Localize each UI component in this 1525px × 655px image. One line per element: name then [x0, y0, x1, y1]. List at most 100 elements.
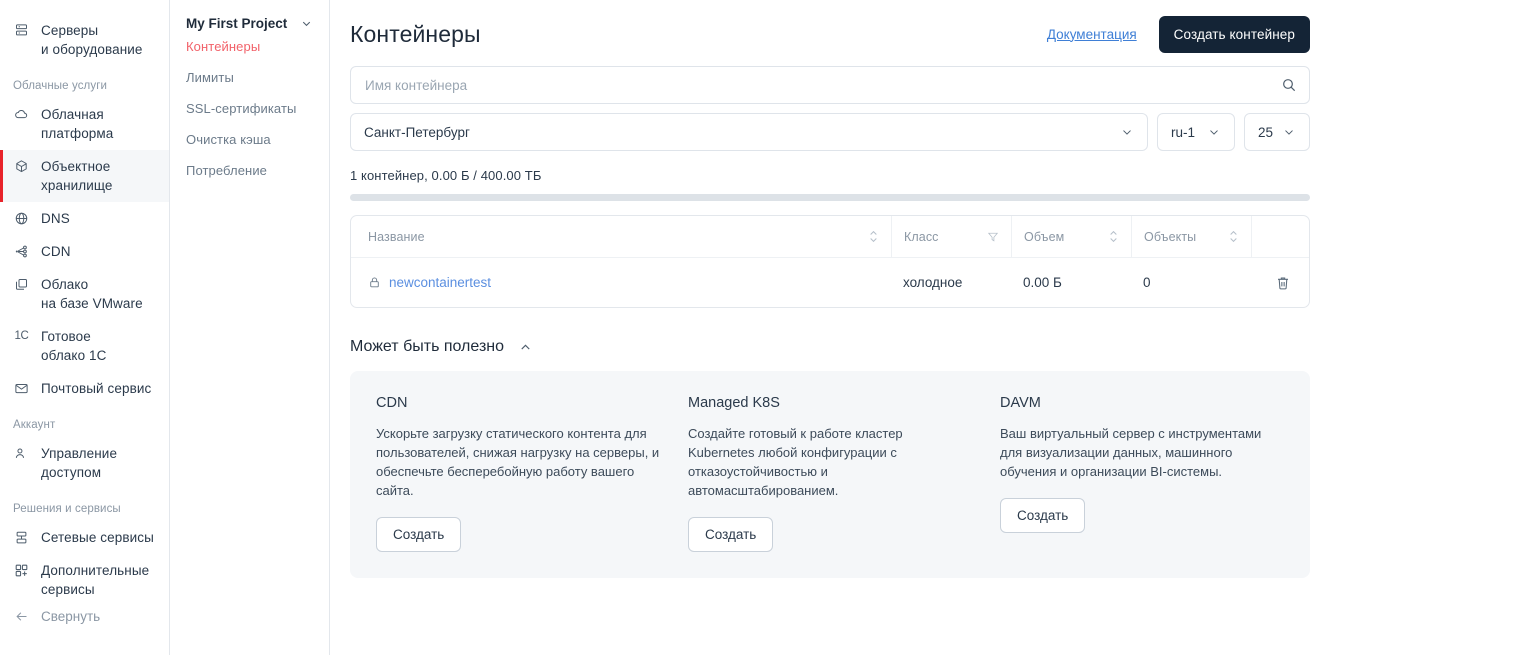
sidebar-item-label: Почтовый сервис: [41, 381, 152, 396]
one-c-icon: 1C: [14, 330, 29, 342]
sidebar-item-label: Облако на базе VMware: [41, 275, 143, 313]
servers-icon: [13, 21, 30, 40]
sort-icon[interactable]: [868, 230, 879, 243]
card-description: Создайте готовый к работе кластер Kubern…: [688, 426, 903, 498]
page-size-select-value: 25: [1258, 124, 1274, 140]
sidebar-collapse-label: Свернуть: [41, 609, 101, 624]
cdn-icon: [13, 242, 30, 261]
card-create-button[interactable]: Создать: [1000, 498, 1086, 533]
sidebar-item-label: Дополнительные сервисы: [41, 561, 149, 599]
vmware-icon: [13, 275, 30, 294]
page-header: Контейнеры Документация Создать контейне…: [350, 12, 1310, 56]
cube-icon: [13, 157, 30, 176]
column-label: Название: [368, 229, 425, 244]
cloud-icon: [13, 105, 30, 124]
arrow-left-icon: [13, 609, 30, 624]
sidebar-item-label: DNS: [41, 211, 70, 226]
sidebar-item-label: Готовое облако 1С: [41, 327, 107, 365]
card-title: DAVM: [1000, 395, 1041, 411]
sort-icon[interactable]: [1228, 230, 1239, 243]
column-header-class[interactable]: Класс: [891, 216, 1011, 258]
containers-table: Название Класс Объем Объекты newcontaine…: [350, 215, 1310, 308]
card-managed-k8s: Managed K8S Создайте готовый к работе кл…: [688, 395, 972, 552]
label-line-2: и оборудование: [41, 42, 143, 57]
sidebar-item-vmware-cloud[interactable]: Облако на базе VMware: [0, 268, 169, 320]
project-link-cache-purge[interactable]: Очистка кэша: [170, 124, 329, 155]
filter-icon[interactable]: [987, 231, 999, 243]
zone-select[interactable]: ru-1: [1157, 113, 1235, 151]
sidebar-item-label: Облачная платформа: [41, 105, 113, 143]
page-size-select[interactable]: 25: [1244, 113, 1310, 151]
users-icon: [13, 444, 30, 463]
sidebar-item-cdn[interactable]: CDN: [0, 235, 169, 268]
sidebar-item-additional-services[interactable]: Дополнительные сервисы: [0, 554, 169, 606]
chevron-down-icon: [1282, 125, 1296, 139]
delete-container-button[interactable]: [1251, 275, 1309, 291]
cell-container-name: newcontainertest: [351, 275, 891, 290]
label-line-1: Облачная: [41, 107, 104, 122]
container-name-link[interactable]: newcontainertest: [389, 275, 491, 290]
sidebar-item-servers[interactable]: Серверы и оборудование: [0, 14, 169, 66]
label-line-2: на базе VMware: [41, 296, 143, 311]
sidebar-collapse-button[interactable]: Свернуть: [0, 606, 169, 631]
project-link-containers[interactable]: Контейнеры: [170, 31, 329, 62]
useful-section-toggle[interactable]: Может быть полезно: [350, 338, 1310, 356]
card-description: Ускорьте загрузку статического контента …: [376, 426, 660, 498]
app-root: Серверы и оборудование Облачные услуги О…: [0, 0, 1525, 655]
sidebar-item-label: Управление доступом: [41, 444, 117, 482]
sidebar-item-ready-cloud-1c[interactable]: 1C Готовое облако 1С: [0, 320, 169, 372]
chevron-down-icon: [1120, 125, 1134, 139]
card-create-button[interactable]: Создать: [688, 517, 774, 552]
card-title: CDN: [376, 395, 408, 411]
sidebar-item-label: Сетевые сервисы: [41, 530, 154, 545]
label-line-2: платформа: [41, 126, 114, 141]
card-create-button[interactable]: Создать: [376, 517, 462, 552]
documentation-link[interactable]: Документация: [1047, 27, 1137, 42]
chevron-down-icon: [1207, 125, 1221, 139]
useful-section-title: Может быть полезно: [350, 338, 505, 355]
label-line-2: доступом: [41, 465, 102, 480]
sidebar-item-cloud-platform[interactable]: Облачная платформа: [0, 98, 169, 150]
project-link-ssl-certificates[interactable]: SSL-сертификаты: [170, 93, 329, 124]
table-header-row: Название Класс Объем Объекты: [351, 216, 1309, 258]
sort-icon[interactable]: [1108, 230, 1119, 243]
column-header-name[interactable]: Название: [351, 216, 891, 258]
region-select[interactable]: Санкт-Петербург: [350, 113, 1148, 151]
sidebar-section-cloud-services: Облачные услуги: [13, 80, 108, 92]
storage-usage-bar: [350, 194, 1310, 201]
project-link-limits[interactable]: Лимиты: [170, 62, 329, 93]
region-select-value: Санкт-Петербург: [364, 124, 470, 140]
page-header-actions: Документация Создать контейнер: [1047, 15, 1310, 53]
project-selector[interactable]: My First Project: [170, 14, 329, 31]
useful-cards: CDN Ускорьте загрузку статического конте…: [350, 371, 1310, 578]
cell-objects: 0: [1143, 275, 1151, 290]
globe-icon: [13, 209, 30, 228]
search-bar[interactable]: [350, 66, 1310, 104]
zone-select-value: ru-1: [1171, 124, 1196, 140]
label-line-1: Управление: [41, 446, 118, 461]
sidebar-section-account: Аккаунт: [13, 419, 56, 431]
label-line-2: облако 1С: [41, 348, 107, 363]
sidebar-item-network-services[interactable]: Сетевые сервисы: [0, 521, 169, 554]
sidebar-item-object-storage[interactable]: Объектное хранилище: [0, 150, 169, 202]
filter-row: Санкт-Петербург ru-1 25: [350, 113, 1310, 151]
column-header-actions: [1251, 216, 1309, 258]
column-header-objects[interactable]: Объекты: [1131, 216, 1251, 258]
page-title: Контейнеры: [350, 20, 481, 47]
card-description: Ваш виртуальный сервер с инструментами д…: [1000, 426, 1262, 479]
sidebar-item-mail-service[interactable]: Почтовый сервис: [0, 372, 169, 405]
cell-size: 0.00 Б: [1023, 275, 1062, 290]
project-link-consumption[interactable]: Потребление: [170, 155, 329, 186]
mail-icon: [13, 379, 30, 398]
label-line-2: сервисы: [41, 582, 95, 597]
sidebar-item-label: CDN: [41, 244, 71, 259]
sidebar-item-dns[interactable]: DNS: [0, 202, 169, 235]
lock-icon: [368, 276, 381, 289]
table-row[interactable]: newcontainertest холодное 0.00 Б 0: [351, 258, 1309, 307]
search-input[interactable]: [363, 76, 1281, 94]
chevron-up-icon[interactable]: [518, 340, 533, 355]
column-header-size[interactable]: Объем: [1011, 216, 1131, 258]
search-icon[interactable]: [1281, 77, 1297, 93]
sidebar-item-access-management[interactable]: Управление доступом: [0, 437, 169, 489]
create-container-button[interactable]: Создать контейнер: [1158, 15, 1310, 53]
